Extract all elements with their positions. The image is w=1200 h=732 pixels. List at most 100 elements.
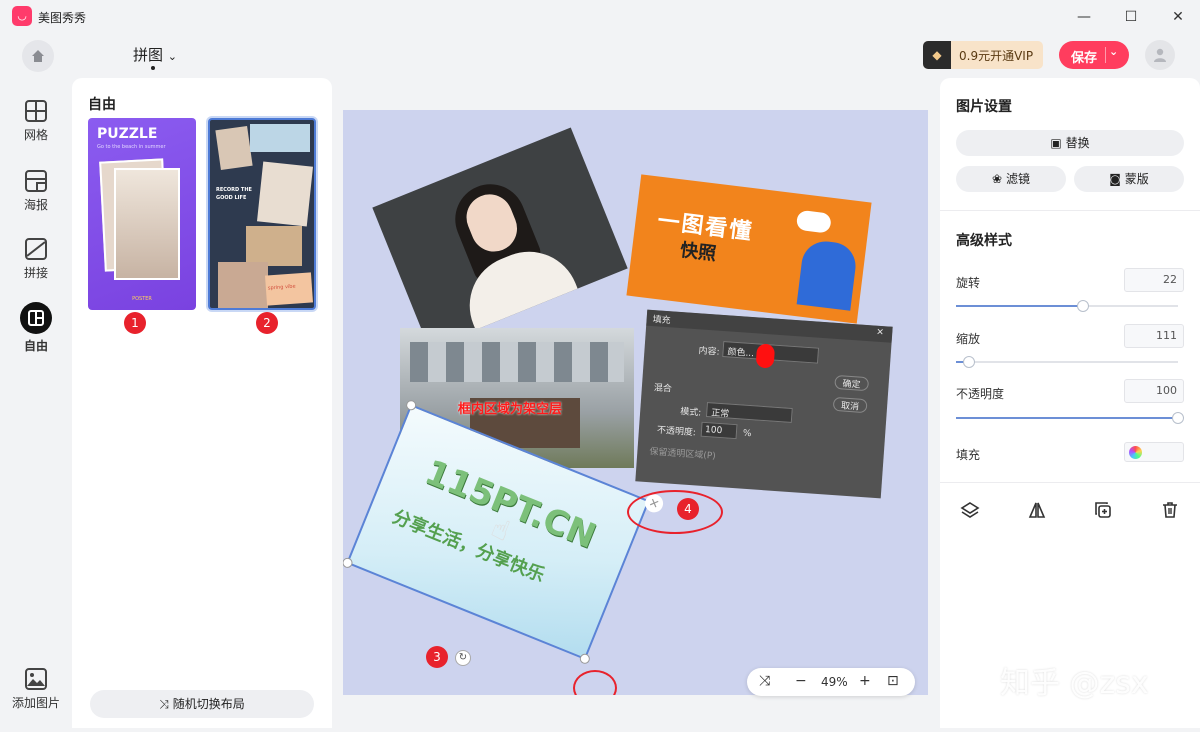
add-image-button[interactable]: 添加图片	[0, 668, 72, 732]
nav-item-stitch[interactable]: 拼接	[0, 238, 72, 302]
image-icon: ▣	[1050, 136, 1062, 150]
flip-icon[interactable]	[1026, 500, 1048, 522]
save-separator	[1105, 47, 1106, 63]
side-navigation: 网格 海报 拼接 自由 添加图片	[0, 78, 72, 728]
photo-portrait[interactable]	[372, 127, 628, 349]
template-card-puzzle[interactable]: PUZZLE Go to the beach in summer POSTER	[88, 118, 196, 310]
zoom-in-icon[interactable]: +	[859, 673, 871, 689]
dialog-close-icon: ✕	[875, 327, 885, 339]
handle-bottom-left[interactable]	[343, 556, 354, 570]
save-button[interactable]: 保存 ⌄	[1059, 41, 1129, 69]
nav-label-grid: 网格	[23, 128, 48, 142]
building-balconies	[410, 342, 624, 382]
template-footer: POSTER	[132, 296, 152, 302]
user-icon	[1154, 48, 1166, 62]
user-avatar[interactable]	[1145, 40, 1175, 70]
dialog-opacity-input: 100	[700, 421, 738, 440]
scale-slider-thumb[interactable]	[963, 356, 976, 368]
properties-panel: 图片设置 ▣ 替换 ❀ 滤镜 ◙ 蒙版 高级样式 旋转 22 缩放 111 不透…	[940, 78, 1200, 728]
layers-icon[interactable]	[959, 500, 981, 522]
nav-label-poster: 海报	[23, 198, 48, 212]
stitch-icon	[25, 238, 47, 260]
home-button[interactable]	[22, 40, 54, 72]
minimize-button[interactable]: —	[1072, 6, 1096, 28]
photo-fill-dialog[interactable]: 填充 ✕ 内容: 颜色... 确定 取消 混合 模式: 正常 不透明度: 100…	[635, 309, 893, 499]
layout-indicator-dot	[151, 66, 155, 70]
template-photo	[114, 168, 180, 280]
nav-label-stitch: 拼接	[23, 266, 48, 280]
dialog-ok-button: 确定	[834, 374, 870, 392]
dialog-blend-label: 混合	[653, 383, 673, 395]
replace-button[interactable]: ▣ 替换	[956, 130, 1184, 156]
template-card-record[interactable]: RECORD THE GOOD LIFE spring vibe	[208, 118, 316, 310]
annotation-badge-1: 1	[124, 312, 146, 334]
shuffle-icon: ⤨	[159, 697, 169, 711]
dialog-content-label: 内容:	[698, 346, 720, 358]
dialog-opacity-label: 不透明度:	[656, 425, 697, 439]
annotation-circle-4	[627, 490, 723, 534]
opacity-input[interactable]: 100	[1124, 379, 1184, 403]
fit-screen-icon[interactable]: ⊡	[887, 673, 899, 689]
scale-label: 缩放	[956, 332, 981, 346]
image-settings-title: 图片设置	[956, 99, 1012, 115]
nav-label-free: 自由	[23, 339, 48, 353]
rotate-slider[interactable]	[956, 300, 1178, 312]
shuffle-icon[interactable]: ⤨	[759, 673, 770, 689]
template-photo	[215, 125, 253, 171]
maximize-button[interactable]: ☐	[1119, 6, 1143, 28]
close-button[interactable]: ✕	[1166, 6, 1190, 28]
scale-input[interactable]: 111	[1124, 324, 1184, 348]
save-label: 保存	[1071, 51, 1098, 66]
dialog-mode-value: 正常	[710, 408, 730, 420]
opacity-slider[interactable]	[956, 412, 1184, 424]
nav-item-grid[interactable]: 网格	[0, 100, 72, 164]
nav-item-free[interactable]: 自由	[0, 302, 72, 370]
rotate-handle-icon[interactable]: ↻	[455, 650, 471, 666]
color-wheel-icon	[1129, 446, 1142, 459]
opacity-slider-thumb[interactable]	[1172, 412, 1184, 424]
add-image-label: 添加图片	[11, 696, 60, 710]
divider	[940, 210, 1200, 211]
filter-button[interactable]: ❀ 滤镜	[956, 166, 1066, 192]
shuffle-layout-button[interactable]: ⤨ 随机切换布局	[90, 690, 314, 718]
template-photo	[250, 124, 310, 152]
rotate-label: 旋转	[956, 276, 981, 290]
dialog-mode-select: 正常	[705, 402, 793, 423]
rotate-slider-thumb[interactable]	[1076, 300, 1089, 312]
template-heading: 自由	[88, 97, 116, 113]
advanced-style-title: 高级样式	[956, 233, 1012, 249]
trash-icon[interactable]	[1159, 500, 1181, 522]
vip-button[interactable]: ◆ 0.9元开通VIP	[923, 41, 1043, 69]
collage-canvas[interactable]: 一图看懂 快照 框内区域为架空层 填充 ✕ 内容: 颜色... 确定 取消 混合…	[343, 110, 928, 695]
filter-label: 滤镜	[1005, 172, 1030, 186]
scale-slider[interactable]	[956, 356, 1178, 368]
nav-item-poster[interactable]: 海报	[0, 170, 72, 234]
top-bar: 拼图 ⌄ ◆ 0.9元开通VIP 保存 ⌄	[0, 34, 1200, 78]
template-photo	[218, 262, 268, 308]
app-title: 美图秀秀	[38, 11, 87, 25]
duplicate-icon[interactable]	[1092, 500, 1114, 522]
annotation-circle-corner	[573, 670, 617, 695]
rotate-input[interactable]: 22	[1124, 268, 1184, 292]
layout-mode-dropdown[interactable]: 拼图 ⌄	[133, 44, 177, 65]
mask-label: 蒙版	[1124, 172, 1149, 186]
filter-icon: ❀	[992, 172, 1003, 186]
fill-color-picker[interactable]	[1124, 442, 1184, 462]
mask-button[interactable]: ◙ 蒙版	[1074, 166, 1184, 192]
template-photo	[246, 226, 302, 266]
vip-label: 0.9元开通VIP	[959, 49, 1034, 63]
rotate-slider-fill	[956, 305, 1083, 307]
handle-bottom-right[interactable]	[578, 652, 592, 666]
replace-label: 替换	[1065, 136, 1090, 150]
template-panel: 自由 PUZZLE Go to the beach in summer POST…	[72, 78, 332, 728]
photo-orange-banner[interactable]: 一图看懂 快照	[626, 174, 872, 324]
annotation-badge-4: 4	[677, 498, 699, 520]
template-photo	[257, 161, 313, 227]
dialog-mode-label: 模式:	[679, 407, 702, 419]
save-options-chevron-icon[interactable]: ⌄	[1109, 45, 1118, 58]
watermark-text: 知乎 @zsx	[1000, 666, 1149, 701]
home-icon	[32, 50, 44, 62]
mask-icon: ◙	[1109, 172, 1121, 186]
zoom-out-icon[interactable]: −	[795, 673, 807, 689]
banner-speech-bubble	[795, 209, 832, 234]
